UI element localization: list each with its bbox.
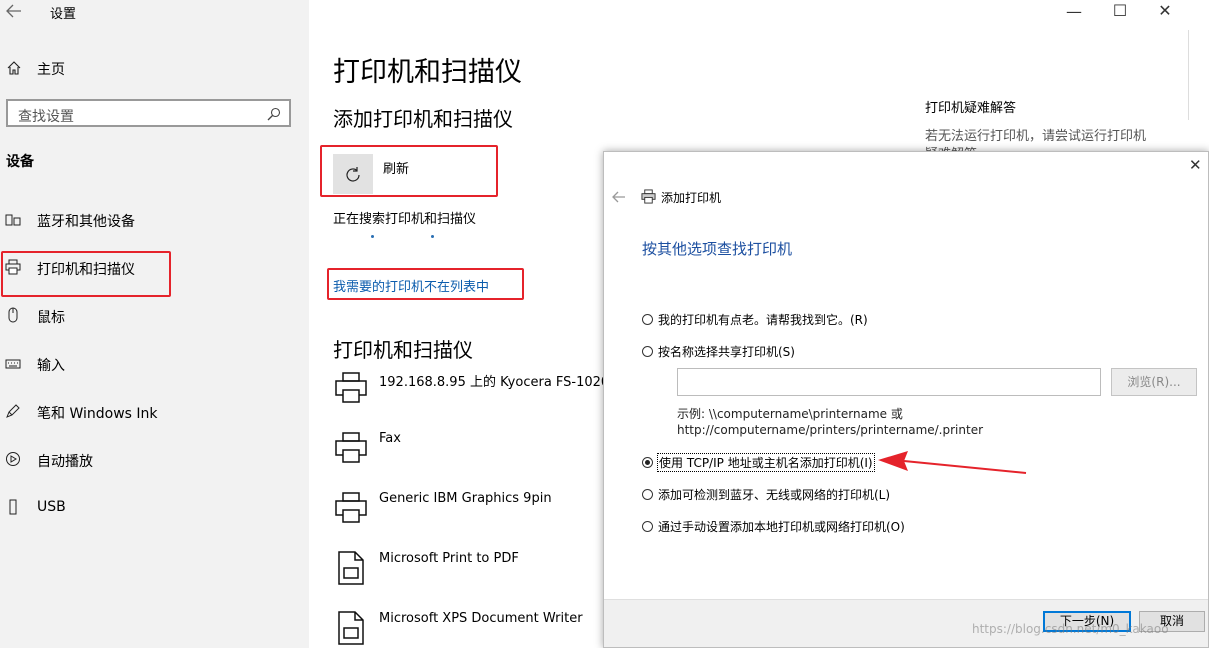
option-label: 使用 TCP/IP 地址或主机名添加打印机(I) <box>657 453 875 472</box>
printer-icon <box>335 492 367 523</box>
nav-item-usb[interactable]: USB <box>0 494 309 522</box>
highlight-box <box>327 268 524 300</box>
printer-name: 192.168.8.95 上的 Kyocera FS-1020MF <box>379 375 628 390</box>
printers-list-heading: 打印机和扫描仪 <box>333 338 473 362</box>
page-title: 打印机和扫描仪 <box>333 57 522 88</box>
option-old-printer[interactable]: 我的打印机有点老。请帮我找到它。(R) <box>642 311 1042 329</box>
printer-list-item[interactable]: Generic IBM Graphics 9pin <box>333 490 623 540</box>
fax-icon <box>335 432 367 463</box>
option-shared-printer[interactable]: 按名称选择共享打印机(S) <box>642 343 1042 361</box>
nav-item-label: 蓝牙和其他设备 <box>37 214 135 230</box>
background-window-edge <box>1188 30 1209 120</box>
dialog-title: 添加打印机 <box>661 191 722 205</box>
document-printer-icon <box>338 611 364 645</box>
option-wireless-printer[interactable]: 添加可检测到蓝牙、无线或网络的打印机(L) <box>642 486 1042 504</box>
close-icon[interactable]: ✕ <box>1155 1 1175 20</box>
troubleshoot-heading: 打印机疑难解答 <box>925 101 1017 116</box>
autoplay-icon <box>6 452 20 466</box>
settings-search-input[interactable]: 查找设置 <box>6 99 291 127</box>
dialog-close-icon[interactable]: ✕ <box>1189 156 1202 174</box>
progress-dot <box>371 235 374 238</box>
nav-item-typing[interactable]: 输入 <box>0 350 309 378</box>
searching-status: 正在搜索打印机和扫描仪 <box>333 212 477 227</box>
nav-item-label: 笔和 Windows Ink <box>37 406 158 422</box>
radio-button[interactable] <box>642 521 653 532</box>
radio-button-selected[interactable] <box>642 457 653 468</box>
radio-button[interactable] <box>642 489 653 500</box>
radio-button[interactable] <box>642 346 653 357</box>
shared-printer-name-input[interactable] <box>677 368 1101 396</box>
browse-button[interactable]: 浏览(R)... <box>1111 368 1197 396</box>
option-label: 我的打印机有点老。请帮我找到它。(R) <box>658 313 868 327</box>
dialog-heading: 按其他选项查找打印机 <box>642 240 793 258</box>
add-printer-dialog: ✕ 添加打印机 按其他选项查找打印机 我的打印机有点老。请帮我找到它。(R) 按… <box>603 151 1209 648</box>
printer-name: Microsoft XPS Document Writer <box>379 611 583 626</box>
nav-home[interactable]: 主页 <box>0 56 309 82</box>
option-label: 通过手动设置添加本地打印机或网络打印机(O) <box>658 520 905 534</box>
nav-item-autoplay[interactable]: 自动播放 <box>0 446 309 474</box>
highlight-box <box>320 145 498 197</box>
printer-name: Microsoft Print to PDF <box>379 551 519 566</box>
window-title: 设置 <box>50 7 77 22</box>
search-icon <box>267 107 281 121</box>
progress-dot <box>431 235 434 238</box>
annotation-arrow <box>878 451 1027 474</box>
search-placeholder: 查找设置 <box>18 109 74 125</box>
highlight-box <box>1 251 171 297</box>
printer-name: Fax <box>379 431 401 446</box>
printer-icon <box>335 372 367 403</box>
nav-item-label: 自动播放 <box>37 454 93 470</box>
nav-section-title: 设备 <box>6 154 34 170</box>
keyboard-icon <box>5 359 21 369</box>
printer-list-item[interactable]: Microsoft XPS Document Writer <box>333 610 623 648</box>
nav-item-label: 鼠标 <box>37 310 65 326</box>
radio-button[interactable] <box>642 314 653 325</box>
pen-icon <box>6 404 20 418</box>
mouse-icon <box>8 307 18 323</box>
back-arrow-icon[interactable] <box>6 4 22 18</box>
back-arrow-icon[interactable] <box>612 191 626 203</box>
printer-list-item[interactable]: Fax <box>333 430 623 480</box>
add-section-heading: 添加打印机和扫描仪 <box>333 107 513 131</box>
nav-item-label: 输入 <box>37 358 65 374</box>
printer-name: Generic IBM Graphics 9pin <box>379 491 552 506</box>
printer-list-item[interactable]: 192.168.8.95 上的 Kyocera FS-1020MF <box>333 370 628 420</box>
nav-item-label: USB <box>37 499 66 515</box>
option-manual-printer[interactable]: 通过手动设置添加本地打印机或网络打印机(O) <box>642 518 1042 536</box>
watermark-text: https://blog.csdn.net/m0_kakaoo <box>972 622 1169 636</box>
example-text: http://computername/printers/printername… <box>677 423 984 437</box>
option-label: 添加可检测到蓝牙、无线或网络的打印机(L) <box>658 488 891 502</box>
option-label: 按名称选择共享打印机(S) <box>658 345 795 359</box>
home-icon <box>7 61 21 75</box>
maximize-icon[interactable]: ☐ <box>1110 1 1130 20</box>
nav-item-bluetooth[interactable]: 蓝牙和其他设备 <box>0 206 309 234</box>
settings-sidebar: 设置 主页 查找设置 设备 蓝牙和其他设备 打印机和扫描仪 鼠标 输入 笔和 W… <box>0 0 309 648</box>
nav-item-pen[interactable]: 笔和 Windows Ink <box>0 398 309 426</box>
document-printer-icon <box>338 551 364 585</box>
nav-item-mouse[interactable]: 鼠标 <box>0 302 309 330</box>
minimize-icon[interactable]: — <box>1064 2 1084 21</box>
nav-home-label: 主页 <box>37 62 65 78</box>
printer-icon <box>641 189 656 204</box>
usb-icon <box>9 499 17 515</box>
example-text: 示例: \\computername\printername 或 <box>677 407 903 421</box>
printer-list-item[interactable]: Microsoft Print to PDF <box>333 550 623 600</box>
troubleshoot-text: 若无法运行打印机，请尝试运行打印机 <box>925 129 1147 144</box>
bluetooth-icon <box>5 214 21 226</box>
